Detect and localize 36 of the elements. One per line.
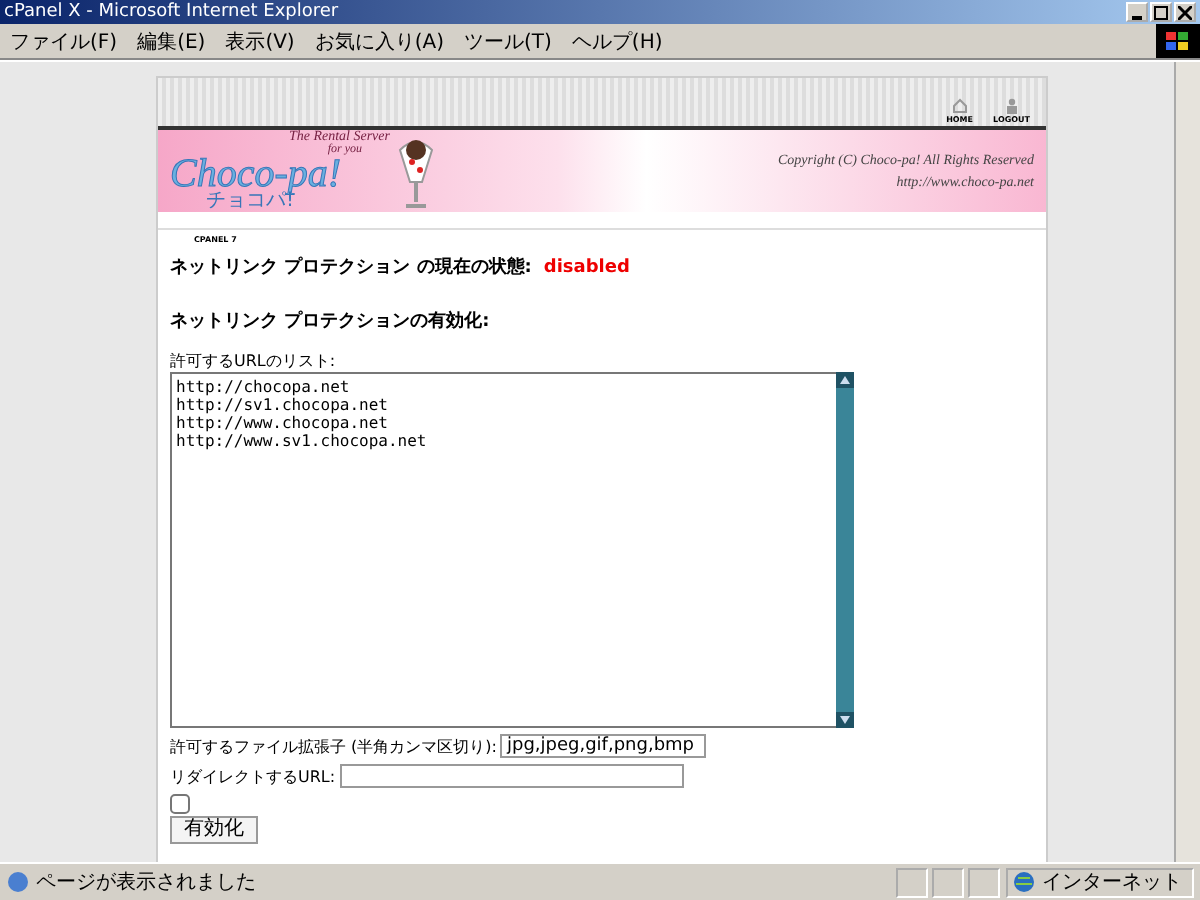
menu-item[interactable]: 編集(E) [127,27,216,55]
redirect-url-field[interactable] [339,764,684,788]
close-button[interactable] [1174,2,1196,22]
url-list-field[interactable]: http://chocopa.net http://sv1.chocopa.net http://www.chocopa.net http://www.sv1.chocopa.net [170,372,836,728]
status-panel [932,867,964,897]
scroll-down-icon[interactable] [836,712,854,728]
page-scrollbar[interactable] [1174,62,1200,862]
field-label: 許可するファイル拡張子 (半角カンマ区切り): [170,735,497,757]
maximize-button[interactable] [1150,2,1172,22]
checkbox[interactable] [170,794,190,814]
minimize-button[interactable] [1126,2,1148,22]
menu-item[interactable]: ファイル(F) [0,27,128,55]
person-icon [1003,98,1020,114]
status-text: ページが表示されました [36,869,256,896]
status-value: disabled [543,258,630,278]
menu-item[interactable]: ツール(T) [454,27,562,55]
zone-text: インターネット [1042,870,1182,896]
status-label: ネットリンク プロテクション の現在の状態: [170,254,532,280]
status-panel [968,867,1000,897]
extensions-field[interactable]: jpg,jpeg,gif,png,bmp [500,734,707,758]
globe-icon [1012,870,1036,894]
field-label: 許可するURLのリスト: [170,350,338,372]
status-panel [896,867,928,897]
scroll-up-icon[interactable] [836,372,854,388]
menu-item[interactable]: 表示(V) [215,27,305,55]
window-title: cPanel X - Microsoft Internet Explorer [4,0,339,24]
house-icon [951,98,968,114]
field-label: リダイレクトするURL: [170,765,336,787]
scrollbar[interactable] [836,372,854,728]
windows-logo-icon [1156,24,1200,58]
logo-text: Choco-pa! [170,156,344,192]
enable-button[interactable]: 有効化 [170,816,258,844]
menu-item[interactable]: お気に入り(A) [304,27,454,55]
menu-item[interactable]: ヘルプ(H) [561,27,673,55]
section-heading: ネットリンク プロテクションの有効化: [170,308,492,334]
page-icon [6,870,30,894]
